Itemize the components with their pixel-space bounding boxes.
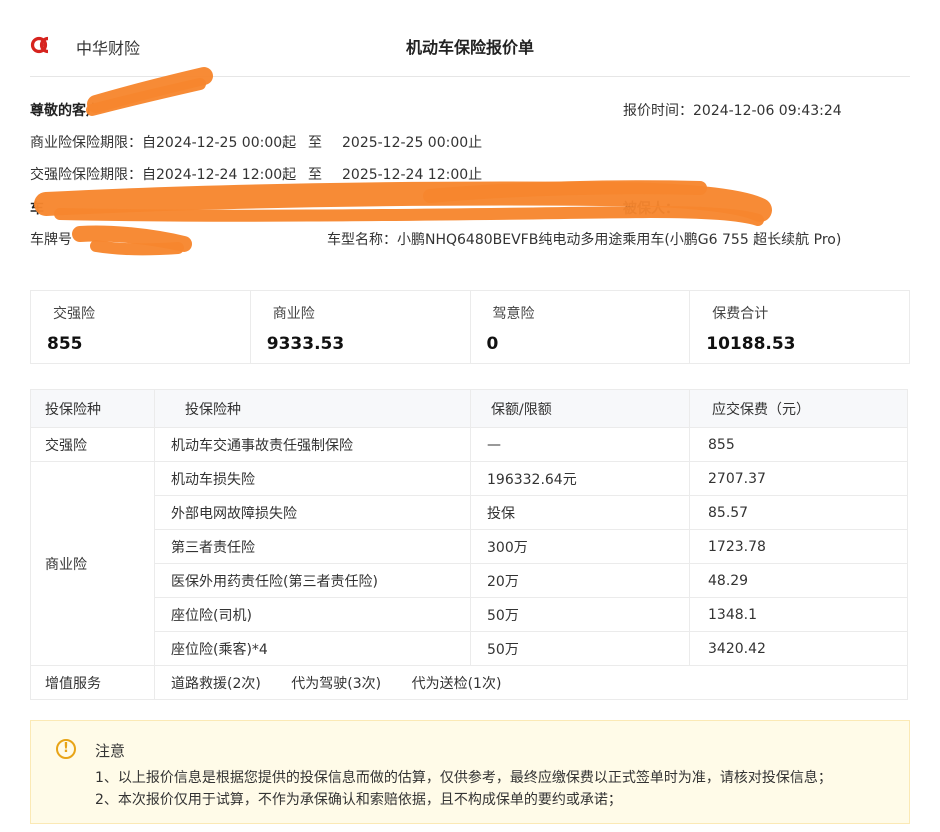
row-name: 机动车损失险 xyxy=(154,461,471,496)
compulsory-period-end: 2025-12-24 12:00止 xyxy=(342,167,483,183)
table-row: 医保外用药责任险(第三者责任险) 20万 48.29 xyxy=(31,563,908,598)
premium-summary: 交强险 855 商业险 9333.53 驾意险 0 保费合计 10188.53 xyxy=(30,290,910,364)
service-item: 代为驾驶(3次) xyxy=(291,675,382,692)
vehicle-owner-label: 车 xyxy=(30,201,44,217)
compulsory-period-to: 至 xyxy=(308,167,322,183)
row-name: 外部电网故障损失险 xyxy=(154,495,471,530)
summary-total: 保费合计 10188.53 xyxy=(690,291,909,363)
table-row: 座位险(司机) 50万 1348.1 xyxy=(31,597,908,632)
notice-box: ! 注意 1、以上报价信息是根据您提供的投保信息而做的估算，仅供参考，最终应缴保… xyxy=(30,720,910,824)
table-row: 第三者责任险 300万 1723.78 xyxy=(31,529,908,564)
table-row: 增值服务 道路救援(2次) 代为驾驶(3次) 代为送检(1次) xyxy=(30,665,908,700)
summary-value: 855 xyxy=(47,334,83,354)
summary-value: 0 xyxy=(486,334,499,354)
summary-commercial: 商业险 9333.53 xyxy=(251,291,471,363)
table-row: 交强险 机动车交通事故责任强制保险 — 855 xyxy=(30,427,908,462)
table-row: 座位险(乘客)*4 50万 3420.42 xyxy=(31,631,908,666)
row-premium: 3420.42 xyxy=(689,631,908,666)
row-coverage: — xyxy=(470,427,690,462)
quote-time: 报价时间：2024-12-06 09:43:24 xyxy=(623,103,842,119)
row-premium: 85.57 xyxy=(689,495,908,530)
notice-line: 2、本次报价仅用于试算，不作为承保确认和索赔依据，且不构成保单的要约或承诺； xyxy=(95,792,622,808)
summary-label: 商业险 xyxy=(272,306,315,322)
row-coverage: 50万 xyxy=(470,631,690,666)
row-premium: 2707.37 xyxy=(689,461,908,496)
customer-greeting: 尊敬的客户 xyxy=(30,103,100,119)
table-row: 外部电网故障损失险 投保 85.57 xyxy=(31,495,908,530)
commercial-period-start: 商业险保险期限：自2024-12-25 00:00起 xyxy=(30,135,297,151)
row-name: 座位险(司机) xyxy=(154,597,471,632)
header-divider xyxy=(30,76,910,77)
row-name: 医保外用药责任险(第三者责任险) xyxy=(154,563,471,598)
summary-label: 交强险 xyxy=(53,306,95,322)
service-item: 道路救援(2次) xyxy=(171,675,261,692)
row-coverage: 投保 xyxy=(470,495,690,530)
table-row: 商业险 机动车损失险 196332.64元 2707.37 xyxy=(30,461,908,666)
commercial-period-end: 2025-12-25 00:00止 xyxy=(342,135,483,151)
row-category: 交强险 xyxy=(30,427,155,462)
row-premium: 855 xyxy=(689,427,908,462)
notice-line: 1、以上报价信息是根据您提供的投保信息而做的估算，仅供参考，最终应缴保费以正式签… xyxy=(95,770,832,786)
summary-accident: 驾意险 0 xyxy=(471,291,691,363)
row-category: 增值服务 xyxy=(30,665,155,700)
value-added-services: 道路救援(2次) 代为驾驶(3次) 代为送检(1次) xyxy=(154,665,908,700)
row-coverage: 50万 xyxy=(470,597,690,632)
insured-label: 被保人： xyxy=(623,201,679,217)
table-header: 保额/限额 xyxy=(470,389,690,428)
summary-label: 保费合计 xyxy=(712,306,769,322)
table-header-row: 投保险种 投保险种 保额/限额 应交保费（元） xyxy=(30,389,908,428)
row-coverage: 196332.64元 xyxy=(470,461,690,496)
company-logo-icon xyxy=(30,36,49,54)
page-title: 机动车保险报价单 xyxy=(406,38,535,57)
row-name: 机动车交通事故责任强制保险 xyxy=(154,427,471,462)
vehicle-model: 车型名称：小鹏NHQ6480BEVFB纯电动多用途乘用车(小鹏G6 755 超长… xyxy=(327,232,842,248)
row-coverage: 20万 xyxy=(470,563,690,598)
summary-value: 9333.53 xyxy=(266,334,345,354)
row-category: 商业险 xyxy=(30,461,155,666)
compulsory-period-start: 交强险保险期限：自2024-12-24 12:00起 xyxy=(30,167,297,183)
document-header: 中华财险 机动车保险报价单 xyxy=(30,28,910,62)
row-premium: 1723.78 xyxy=(689,529,908,564)
company-name: 中华财险 xyxy=(76,39,141,58)
row-premium: 48.29 xyxy=(689,563,908,598)
notice-title: 注意 xyxy=(95,742,126,760)
plate-label: 车牌号 xyxy=(30,232,72,248)
warning-icon: ! xyxy=(56,739,76,759)
row-coverage: 300万 xyxy=(470,529,690,564)
row-name: 第三者责任险 xyxy=(154,529,471,564)
table-header: 投保险种 xyxy=(154,389,471,428)
table-header: 投保险种 xyxy=(30,389,155,428)
service-item: 代为送检(1次) xyxy=(411,675,502,692)
summary-label: 驾意险 xyxy=(492,306,535,322)
table-header: 应交保费（元） xyxy=(689,389,908,428)
summary-compulsory: 交强险 855 xyxy=(31,291,251,363)
summary-value: 10188.53 xyxy=(706,334,796,354)
coverage-table: 投保险种 投保险种 保额/限额 应交保费（元） 交强险 机动车交通事故责任强制保… xyxy=(30,389,908,700)
commercial-period-to: 至 xyxy=(308,135,322,151)
row-premium: 1348.1 xyxy=(689,597,908,632)
row-name: 座位险(乘客)*4 xyxy=(154,631,471,666)
